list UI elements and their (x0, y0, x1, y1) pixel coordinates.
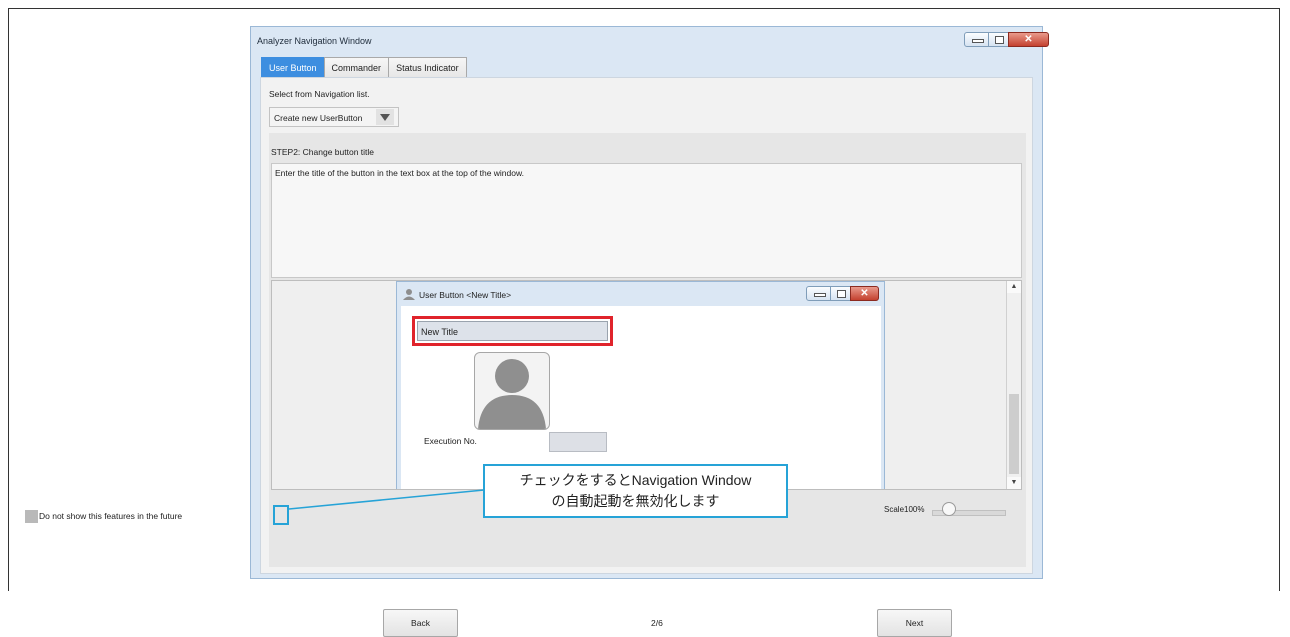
next-button[interactable]: Next (877, 609, 952, 637)
page-indicator: 2/6 (651, 618, 663, 628)
checkbox-highlight (273, 505, 289, 525)
callout-line-1: チェックをするとNavigation Window (519, 472, 752, 488)
callout-line-2: の自動起動を無効化します (551, 493, 720, 509)
back-button[interactable]: Back (383, 609, 458, 637)
callout-annotation: チェックをするとNavigation Window の自動起動を無効化します (483, 464, 788, 518)
